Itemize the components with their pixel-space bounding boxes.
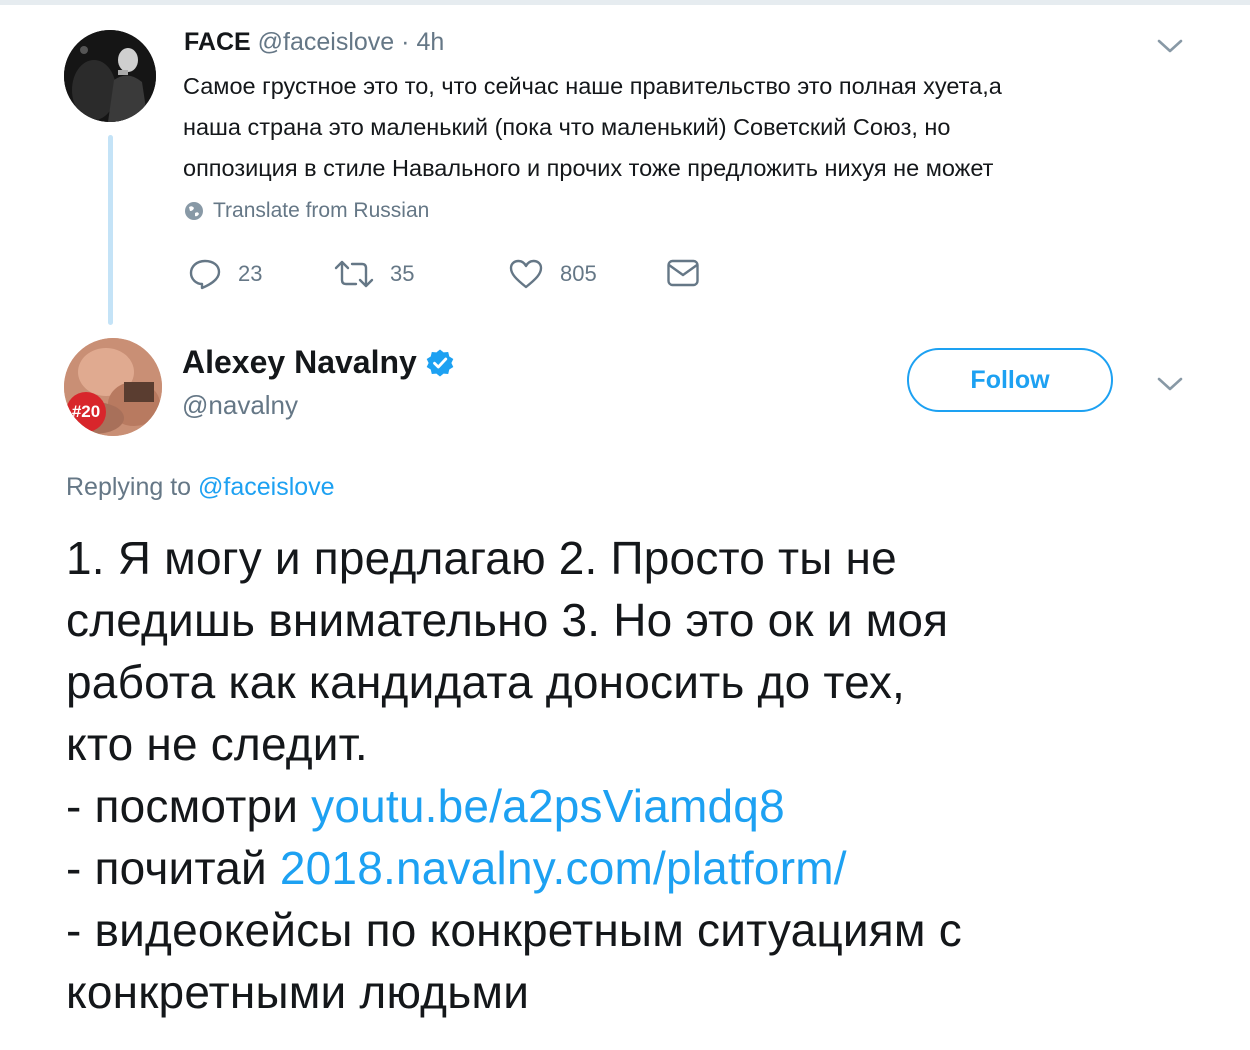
- retweet-count: 35: [390, 261, 415, 286]
- tweet-text-line: следишь внимательно 3. Но это ок и моя: [66, 594, 949, 646]
- heart-icon: [509, 259, 543, 289]
- youtube-link[interactable]: youtu.be/a2psViamdq8: [311, 780, 785, 832]
- parent-tweet-header: FACE @faceislove · 4h: [184, 28, 444, 57]
- parent-tweet-text: Самое грустное это то, что сейчас наше п…: [183, 66, 1193, 189]
- parent-handle[interactable]: @faceislove: [258, 28, 395, 56]
- reply-icon: [189, 259, 221, 290]
- replying-to-line: Replying to @faceislove: [66, 473, 335, 502]
- parent-action-bar: 23 35 805: [188, 258, 708, 294]
- avatar-photo: [64, 30, 156, 122]
- translate-label: Translate from Russian: [213, 199, 430, 222]
- tweet-text-line: - посмотри youtu.be/a2psViamdq8: [66, 775, 1216, 837]
- translate-link[interactable]: Translate from Russian: [184, 199, 429, 223]
- parent-display-name[interactable]: FACE: [184, 28, 251, 56]
- author-handle[interactable]: @navalny: [182, 390, 298, 421]
- author-display-name: Alexey Navalny: [182, 344, 417, 380]
- follow-button[interactable]: Follow: [907, 348, 1113, 412]
- dm-button[interactable]: [666, 258, 700, 288]
- tweet-text-line: конкретными людьми: [66, 966, 530, 1018]
- avatar-badge: #20: [66, 392, 106, 432]
- chevron-down-icon[interactable]: [1155, 374, 1185, 394]
- parent-text-line: оппозиция в стиле Навального и прочих то…: [183, 155, 994, 181]
- tweet-text-line: 1. Я могу и предлагаю 2. Просто ты не: [66, 532, 897, 584]
- like-button[interactable]: 805: [508, 258, 597, 290]
- top-divider: [0, 0, 1250, 5]
- thread-connector: [108, 135, 113, 325]
- parent-text-line: Самое грустное это то, что сейчас наше п…: [183, 73, 1002, 99]
- tweet-text-line: - видеокейсы по конкретным ситуациям с: [66, 904, 962, 956]
- navalny-avatar[interactable]: #20: [64, 338, 162, 436]
- parent-timestamp[interactable]: 4h: [416, 28, 444, 56]
- reply-count: 23: [238, 261, 263, 286]
- main-tweet-text: 1. Я могу и предлагаю 2. Просто ты не сл…: [66, 527, 1216, 1023]
- reply-button[interactable]: 23: [188, 258, 262, 290]
- verified-badge-icon: [426, 349, 454, 376]
- read-prefix: - почитай: [66, 842, 280, 894]
- envelope-icon: [667, 259, 699, 287]
- replying-to-mention[interactable]: @faceislove: [198, 473, 335, 501]
- parent-text-line: наша страна это маленький (пока что мале…: [183, 114, 951, 140]
- author-name-row[interactable]: Alexey Navalny: [182, 344, 455, 381]
- tweet-text-line: работа как кандидата доносить до тех,: [66, 656, 906, 708]
- chevron-down-icon[interactable]: [1155, 36, 1185, 56]
- tweet-text-line: - почитай 2018.navalny.com/platform/: [66, 837, 1216, 899]
- globe-icon: [185, 202, 203, 220]
- retweet-button[interactable]: 35: [334, 258, 414, 290]
- platform-link[interactable]: 2018.navalny.com/platform/: [280, 842, 847, 894]
- like-count: 805: [560, 261, 597, 286]
- separator-dot: ·: [401, 28, 410, 56]
- tweet-text-line: кто не следит.: [66, 718, 368, 770]
- retweet-icon: [334, 260, 374, 288]
- replying-prefix: Replying to: [66, 473, 192, 501]
- watch-prefix: - посмотри: [66, 780, 312, 832]
- face-avatar[interactable]: [64, 30, 156, 122]
